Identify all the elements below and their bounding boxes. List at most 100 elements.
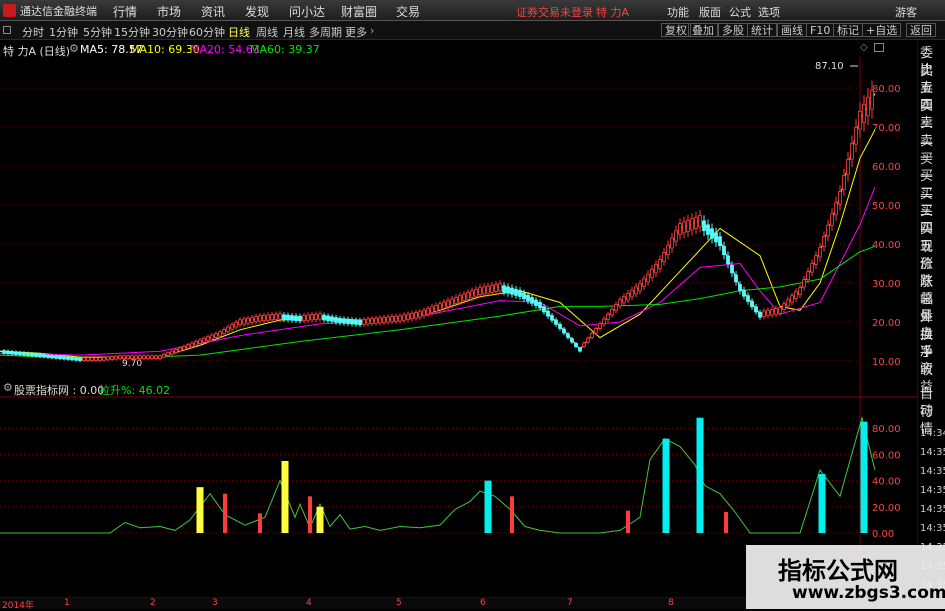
candle-body [830,213,834,226]
candle-body [538,302,542,309]
candle-body [590,333,594,338]
candle-body [802,279,806,288]
time-axis-label: 5 [396,598,402,608]
tick-time: 14:35 [920,504,945,515]
candle-body [622,296,626,304]
candle-body [238,319,242,326]
candle-body [726,255,730,265]
candle-body [482,286,486,295]
candle-body [574,343,578,347]
candle-body [54,355,58,359]
candle-body [602,318,606,325]
candle-body [50,354,54,359]
candle-body [734,274,738,283]
candle-body [406,313,410,320]
candle-body [842,175,846,190]
candle-body [158,355,162,360]
candle-body [234,321,238,328]
candle-body [326,315,330,321]
candle-body [446,300,450,308]
candle-body [674,230,678,242]
candle-body [466,292,470,300]
candle-body [558,323,562,329]
candle-body [30,353,34,357]
candle-body [738,284,742,292]
candle-body [82,357,86,362]
candle-body [690,218,694,231]
candle-body [274,313,278,320]
sub-y-tick-label: 60.00 [872,450,901,461]
indicator-bar [724,512,728,533]
candle-body [814,255,818,265]
candle-body [718,236,722,247]
candle-body [510,287,514,295]
y-tick-label: 70.00 [872,123,901,134]
indicator-bar [223,493,227,533]
indicator-bar [818,474,826,533]
candle-body [686,219,690,232]
candle-body [202,337,206,343]
candle-body [698,215,702,228]
candle-body [642,278,646,287]
candle-body [154,355,158,360]
candle-body [106,356,110,361]
candle-body [246,317,250,324]
candle-body [750,300,754,308]
indicator-bar [662,438,670,533]
candle-body [546,310,550,317]
candle-body [78,357,82,362]
tick-time: 14:35 [920,485,945,496]
y-tick-label: 40.00 [872,240,901,251]
candle-body [34,353,38,357]
candle-body [730,265,734,274]
candle-body [838,191,842,205]
candle-body [350,319,354,325]
sub-y-tick-label: 0.00 [872,529,894,540]
candle-body [22,352,26,356]
candle-body [662,252,666,262]
indicator-bar [510,496,514,533]
candle-body [438,303,442,311]
candle-body [498,283,502,292]
candle-body [290,315,294,321]
candle-body [186,344,190,349]
sub-y-tick-label: 20.00 [872,503,901,514]
candle-body [354,319,358,325]
candle-body [614,304,618,311]
candle-body [18,351,22,356]
candle-body [302,315,306,321]
candle-body [210,334,214,340]
candle-body [442,301,446,309]
candle-body [862,103,866,123]
candle-body [102,357,106,361]
candle-body [702,220,706,232]
candle-body [398,315,402,322]
candle-body [742,289,746,297]
y-tick-label: 80.00 [872,84,901,95]
candle-body [170,350,174,355]
candle-body [566,333,570,338]
time-axis-label: 8 [668,598,674,608]
candle-body [638,283,642,292]
candle-body [310,314,314,321]
candle-body [658,259,662,269]
tick-time: 14:35 [920,523,945,534]
candle-body [46,354,50,358]
indicator-bar [281,460,289,533]
candle-body [594,328,598,334]
indicator-bar [308,496,312,533]
candle-body [778,307,782,314]
candle-body [714,232,718,243]
candle-body [598,323,602,329]
candle-body [410,313,414,320]
candle-body [214,333,218,338]
candle-body [42,354,46,358]
candle-body [338,317,342,324]
candle-body [382,317,386,323]
candle-body [798,287,802,296]
candle-body [370,318,374,325]
candle-body [222,329,226,335]
candle-body [486,285,490,294]
candle-body [782,303,786,311]
candle-body [258,315,262,322]
